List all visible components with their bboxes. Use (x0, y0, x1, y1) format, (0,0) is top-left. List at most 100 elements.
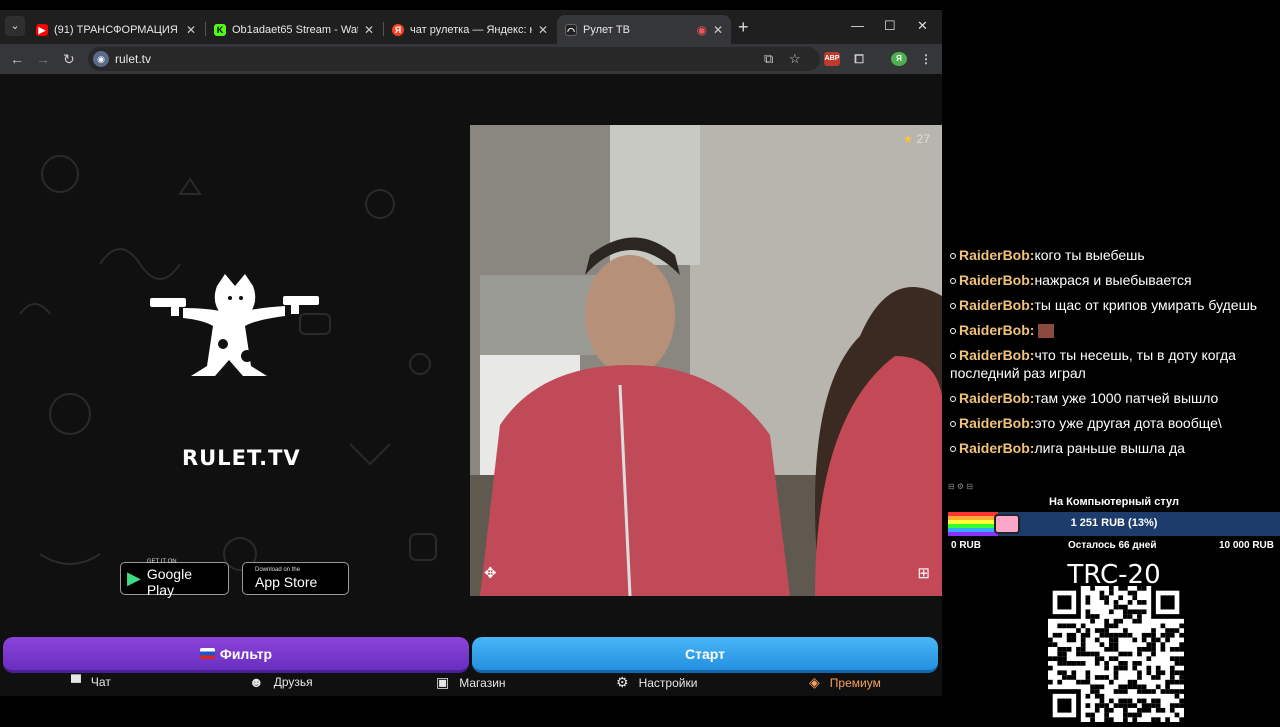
chat-message: RaiderBob:кого ты выебешь (950, 246, 1276, 264)
tab-kick[interactable]: K Ob1adaet65 Stream - Watch Li... ✕ (206, 15, 382, 44)
tab-yandex[interactable]: Я чат рулетка — Яндекс: нашло... ✕ (384, 15, 556, 44)
nav-settings[interactable]: ⚙ Настройки (616, 674, 697, 691)
chat-text: кого ты выебешь (1034, 247, 1145, 263)
rulet-cat-logo (145, 274, 325, 394)
chat-message: RaiderBob:лига раньше вышла да (950, 439, 1276, 457)
rating-count: 27 (916, 132, 930, 146)
google-play-label: Google Play (146, 566, 192, 598)
browser-window: ⌄ ▶ (91) ТРАНСФОРМАЦИЯ ИВАН... ✕ K Ob1ad… (0, 10, 942, 696)
bookmark-star-icon[interactable]: ☆ (789, 51, 801, 67)
goal-max: 10 000 RUB (1218, 540, 1274, 551)
site-info-icon[interactable]: ◉ (93, 51, 109, 67)
url-text[interactable]: rulet.tv (115, 52, 151, 66)
yandex-icon: Я (392, 23, 404, 36)
chat-username: RaiderBob: (959, 322, 1035, 338)
goal-min: 0 RUB (951, 540, 982, 551)
goal-title: На Компьютерный стул (1049, 496, 1179, 508)
nav-label: Премиум (829, 675, 881, 690)
nav-shop[interactable]: ▣ Магазин (436, 674, 506, 691)
google-play-button[interactable]: ▶ GET IT ON Google Play (120, 559, 229, 598)
new-tab-icon[interactable]: + (738, 17, 749, 38)
wallet-qr-code (1048, 586, 1184, 722)
tab-title: (91) ТРАНСФОРМАЦИЯ ИВАН... (54, 23, 180, 36)
close-icon[interactable]: ✕ (364, 23, 374, 37)
gamepad-icon[interactable]: ✥ (484, 564, 497, 582)
tab-strip: ⌄ ▶ (91) ТРАНСФОРМАЦИЯ ИВАН... ✕ K Ob1ad… (0, 10, 942, 44)
chat-username: RaiderBob: (959, 347, 1035, 363)
chat-username: RaiderBob: (959, 247, 1035, 263)
star-icon: ★ (902, 132, 914, 146)
close-icon[interactable]: ✕ (538, 23, 548, 37)
youtube-icon: ▶ (36, 23, 48, 36)
chat-text: нажрася и выебывается (1034, 272, 1192, 288)
reload-icon[interactable]: ↻ (63, 51, 75, 68)
google-play-icon: ▶ (127, 568, 141, 588)
russia-flag-icon (199, 648, 215, 659)
close-window-icon[interactable]: ✕ (917, 18, 928, 34)
chat-message: RaiderBob:ты щас от крипов умирать будеш… (950, 296, 1276, 314)
chat-text: ты щас от крипов умирать будешь (1034, 297, 1258, 313)
start-button[interactable]: Старт (472, 637, 938, 673)
chat-username: RaiderBob: (959, 390, 1035, 406)
chat-message: RaiderBob:там уже 1000 патчей вышло (950, 389, 1276, 407)
chat-icon: ▀ (71, 674, 81, 690)
tab-title: Ob1adaet65 Stream - Watch Li... (232, 23, 358, 36)
close-icon[interactable]: ✕ (713, 23, 723, 37)
close-icon[interactable]: ✕ (186, 23, 196, 37)
tab-search-icon[interactable]: ⌄ (5, 16, 25, 36)
gear-icon: ⚙ (616, 674, 629, 690)
filter-label: Фильтр (219, 645, 273, 662)
video-frame (470, 125, 942, 596)
donation-goal: ⊟ ⚙ ⊟ На Компьютерный стул 1 251 RUB (13… (948, 482, 1280, 722)
app-store-small: Download on the (255, 567, 301, 573)
bottom-nav: ▀ Чат ☻ Друзья ▣ Магазин ⚙ Настройки ◈ П… (0, 674, 942, 696)
install-app-icon[interactable]: ⧉ (764, 51, 773, 67)
rulet-page: RULET.TV ▶ GET IT ON Google Play Downloa… (0, 74, 942, 696)
start-label: Старт (685, 645, 725, 662)
tab-youtube[interactable]: ▶ (91) ТРАНСФОРМАЦИЯ ИВАН... ✕ (28, 15, 204, 44)
widget-icons: ⊟ ⚙ ⊟ (948, 482, 974, 491)
address-bar[interactable]: ◉ rulet.tv ⧉ ☆ (88, 47, 820, 71)
profile-avatar[interactable]: Я (891, 52, 907, 66)
menu-icon[interactable]: ⋮ (918, 52, 934, 66)
adblock-icon[interactable]: ABP (824, 52, 840, 66)
shop-icon: ▣ (436, 674, 450, 690)
chat-text: это уже другая дота вообще\ (1034, 415, 1222, 431)
chat-message: RaiderBob:нажрася и выебывается (950, 271, 1276, 289)
filter-button[interactable]: Фильтр (3, 637, 469, 673)
back-icon[interactable]: ← (10, 51, 24, 67)
app-store-label: App Store (255, 574, 318, 590)
nav-friends[interactable]: ☻ Друзья (249, 674, 313, 690)
kick-icon: K (214, 23, 226, 36)
chat-message: RaiderBob:что ты несешь, ты в доту когда… (950, 346, 1276, 382)
tab-rulet[interactable]: ◠ Рулет ТВ ◉ ✕ (557, 15, 731, 44)
recording-icon: ◉ (696, 22, 707, 37)
stream-overlay: RaiderBob:кого ты выебешь RaiderBob:нажр… (942, 0, 1280, 722)
chat-message: RaiderBob:это уже другая дота вообще\ (950, 414, 1276, 432)
nav-label: Друзья (273, 675, 313, 689)
maximize-icon[interactable]: ☐ (884, 18, 896, 34)
nav-label: Магазин (459, 675, 506, 690)
nav-chat[interactable]: ▀ Чат (71, 674, 111, 690)
partner-video: ★ 27 ✥ ⊞ (470, 125, 942, 596)
goal-progress-bar: 1 251 RUB (13%) (948, 512, 1280, 536)
goal-labels: 0 RUB Осталось 66 дней 10 000 RUB (948, 540, 1280, 556)
rulet-logo-text: RULET.TV (182, 446, 301, 470)
chat-message: RaiderBob: (950, 321, 1276, 339)
nav-label: Чат (90, 675, 111, 689)
forward-icon[interactable]: → (36, 51, 50, 67)
chat-username: RaiderBob: (959, 415, 1035, 431)
app-store-button[interactable]: Download on the App Store (242, 562, 349, 595)
tab-title: Рулет ТВ (583, 23, 630, 36)
emote-icon (1038, 324, 1055, 339)
friends-icon: ☻ (249, 674, 264, 690)
chat-username: RaiderBob: (959, 272, 1035, 288)
chat-text: там уже 1000 патчей вышло (1034, 390, 1219, 406)
gift-icon[interactable]: ⊞ (917, 564, 930, 582)
chat-list: RaiderBob:кого ты выебешь RaiderBob:нажр… (950, 246, 1276, 464)
minimize-icon[interactable]: — (851, 18, 864, 33)
nav-premium[interactable]: ◈ Премиум (809, 674, 881, 691)
chat-username: RaiderBob: (959, 440, 1035, 456)
rating-badge: ★ 27 (903, 132, 930, 146)
extensions-icon[interactable]: ⧠ (851, 52, 867, 66)
